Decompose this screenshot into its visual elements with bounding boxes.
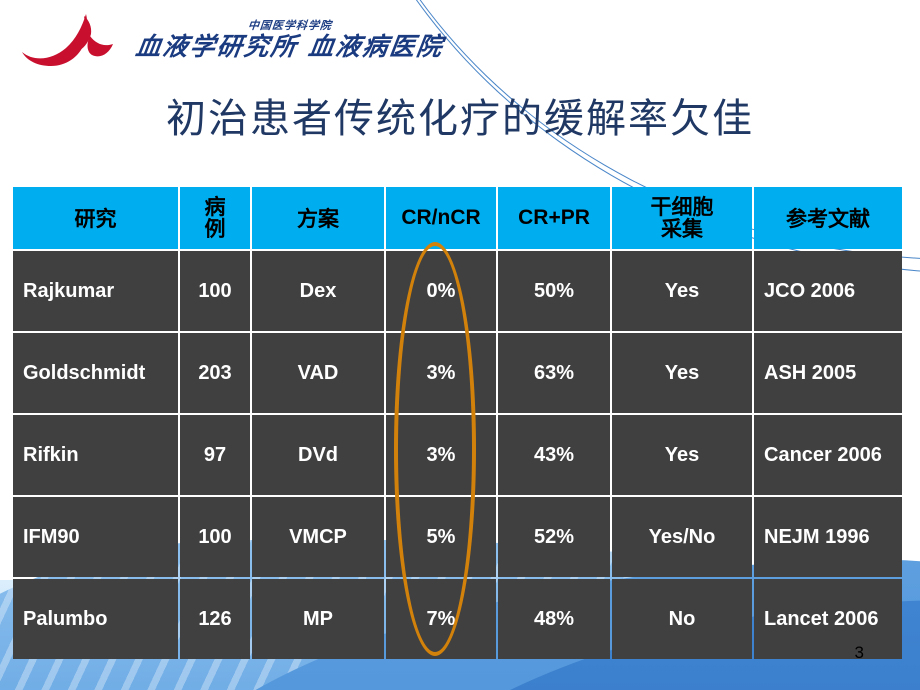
cell-study: Rajkumar: [13, 251, 178, 331]
cell-reference: JCO 2006: [754, 251, 902, 331]
col-header-regimen: 方案: [252, 187, 384, 249]
logo-org-main: 血液学研究所 血液病医院: [133, 31, 446, 61]
cell-regimen: VAD: [252, 333, 384, 413]
cell-cases: 203: [180, 333, 250, 413]
cell-cases: 100: [180, 497, 250, 577]
cell-study: Goldschmidt: [13, 333, 178, 413]
col-header-cr-ncr: CR/nCR: [386, 187, 496, 249]
cell-reference: Cancer 2006: [754, 415, 902, 495]
cell-regimen: VMCP: [252, 497, 384, 577]
col-header-cr-pr: CR+PR: [498, 187, 610, 249]
logo-text-block: 中国医学科学院 血液学研究所 血液病医院: [133, 18, 446, 61]
cell-reference: Lancet 2006: [754, 579, 902, 659]
col-header-cases-line1: 病: [204, 193, 226, 219]
table-row: Rifkin 97 DVd 3% 43% Yes Cancer 2006: [13, 415, 902, 495]
cell-cr-ncr: 0%: [386, 251, 496, 331]
cell-study: Palumbo: [13, 579, 178, 659]
col-header-cases-line2: 例: [204, 216, 226, 241]
cell-cr-pr: 50%: [498, 251, 610, 331]
page-title: 初治患者传统化疗的缓解率欠佳: [166, 96, 754, 142]
col-header-reference: 参考文献: [754, 187, 902, 249]
cell-stem-cell: No: [612, 579, 752, 659]
cell-study: IFM90: [13, 497, 178, 577]
table-body: Rajkumar 100 Dex 0% 50% Yes JCO 2006 Gol…: [13, 251, 902, 659]
cell-cr-ncr: 7%: [386, 579, 496, 659]
page-number: 3: [854, 643, 864, 662]
cell-study: Rifkin: [13, 415, 178, 495]
col-header-stem-cell-line1: 干细胞: [650, 193, 714, 219]
cell-cr-pr: 43%: [498, 415, 610, 495]
table-header: 研究 病 例 方案 CR/nCR CR+PR 干细胞 采集 参考文献: [13, 187, 902, 249]
col-header-stem-cell-line2: 采集: [661, 216, 703, 241]
cell-cases: 126: [180, 579, 250, 659]
col-header-study: 研究: [13, 187, 178, 249]
cell-reference: NEJM 1996: [754, 497, 902, 577]
logo-org-small: 中国医学科学院: [247, 18, 333, 32]
table-header-row: 研究 病 例 方案 CR/nCR CR+PR 干细胞 采集 参考文献: [13, 187, 902, 249]
cell-cases: 100: [180, 251, 250, 331]
table-row: Goldschmidt 203 VAD 3% 63% Yes ASH 2005: [13, 333, 902, 413]
cell-cr-ncr: 3%: [386, 333, 496, 413]
institution-logo: 中国医学科学院 血液学研究所 血液病医院: [18, 8, 446, 70]
cell-regimen: DVd: [252, 415, 384, 495]
cell-cr-ncr: 5%: [386, 497, 496, 577]
col-header-stem-cell: 干细胞 采集: [612, 187, 752, 249]
cell-cr-pr: 48%: [498, 579, 610, 659]
table-row: Palumbo 126 MP 7% 48% No Lancet 2006: [13, 579, 902, 659]
cell-cr-pr: 52%: [498, 497, 610, 577]
results-table: 研究 病 例 方案 CR/nCR CR+PR 干细胞 采集 参考文献 Rajku…: [11, 185, 904, 661]
cell-regimen: MP: [252, 579, 384, 659]
slide-canvas: 中国医学科学院 血液学研究所 血液病医院 初治患者传统化疗的缓解率欠佳 研究 病…: [0, 0, 920, 690]
cell-stem-cell: Yes: [612, 333, 752, 413]
col-header-cases: 病 例: [180, 187, 250, 249]
cell-stem-cell: Yes/No: [612, 497, 752, 577]
cell-cr-ncr: 3%: [386, 415, 496, 495]
cell-reference: ASH 2005: [754, 333, 902, 413]
cell-stem-cell: Yes: [612, 251, 752, 331]
red-swoosh-logo-icon: [22, 14, 113, 66]
cell-stem-cell: Yes: [612, 415, 752, 495]
cell-cases: 97: [180, 415, 250, 495]
cell-cr-pr: 63%: [498, 333, 610, 413]
table-row: Rajkumar 100 Dex 0% 50% Yes JCO 2006: [13, 251, 902, 331]
table-row: IFM90 100 VMCP 5% 52% Yes/No NEJM 1996: [13, 497, 902, 577]
cell-regimen: Dex: [252, 251, 384, 331]
